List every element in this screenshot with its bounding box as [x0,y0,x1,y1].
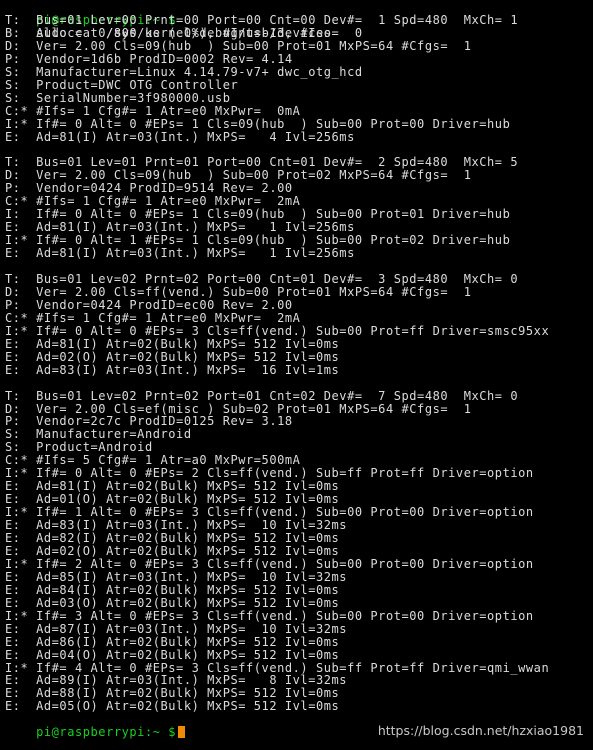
watermark-url: https://blog.csdn.net/hzxiao1981 [377,723,584,738]
output-line: E: Ad=81(I) Atr=03(Int.) MxPS= 4 Ivl=256… [5,129,355,144]
output-line: I:* If#= 0 Alt= 0 #EPs= 1 Cls=09(hub ) S… [5,116,511,131]
output-line: E: Ad=85(I) Atr=03(Int.) MxPS= 10 Ivl=32… [5,569,348,584]
output-line: B: Alloc= 0/800 us ( 0%), #Int=-13, #Iso… [5,25,363,40]
output-line: P: Vendor=0424 ProdID=ec00 Rev= 2.00 [5,297,293,312]
output-line: S: Product=DWC OTG Controller [5,77,239,92]
output-line: E: Ad=81(I) Atr=02(Bulk) MxPS= 512 Ivl=0… [5,336,340,351]
output-line: E: Ad=05(O) Atr=02(Bulk) MxPS= 512 Ivl=0… [5,699,340,714]
output-line: D: Ver= 2.00 Cls=09(hub ) Sub=00 Prot=01… [5,38,472,53]
output-line: C:* #Ifs= 1 Cfg#= 1 Atr=e0 MxPwr= 2mA [5,310,301,325]
terminal-window[interactable]: pi@raspberrypi:~ $ sudo cat /sys/kernel/… [0,0,593,750]
cursor-block [178,726,186,739]
output-line: C:* #Ifs= 1 Cfg#= 1 Atr=e0 MxPwr= 0mA [5,103,301,118]
output-line: S: SerialNumber=3f980000.usb [5,90,231,105]
output-line: D: Ver= 2.00 Cls=ff(vend.) Sub=00 Prot=0… [5,284,472,299]
output-line: S: Manufacturer=Linux 4.14.79-v7+ dwc_ot… [5,64,363,79]
output-line: E: Ad=03(O) Atr=02(Bulk) MxPS= 512 Ivl=0… [5,595,340,610]
output-line: I:* If#= 3 Alt= 0 #EPs= 3 Cls=ff(vend.) … [5,608,534,623]
output-line: E: Ad=81(I) Atr=03(Int.) MxPS= 1 Ivl=256… [5,246,355,261]
output-line: T: Bus=01 Lev=02 Prnt=02 Port=01 Cnt=02 … [5,388,519,403]
output-line: E: Ad=02(O) Atr=02(Bulk) MxPS= 512 Ivl=0… [5,349,340,364]
output-line: P: Vendor=1d6b ProdID=0002 Rev= 4.14 [5,51,293,66]
output-line: E: Ad=87(I) Atr=03(Int.) MxPS= 10 Ivl=32… [5,621,348,636]
output-line: E: Ad=83(I) Atr=03(Int.) MxPS= 16 Ivl=1m… [5,362,340,377]
output-line: I:* If#= 2 Alt= 0 #EPs= 3 Cls=ff(vend.) … [5,556,534,571]
final-prompt-line[interactable]: pi@raspberrypi:~ $ [5,713,186,739]
output-line: E: Ad=02(O) Atr=02(Bulk) MxPS= 512 Ivl=0… [5,543,340,558]
output-line: I:* If#= 0 Alt= 0 #EPs= 3 Cls=ff(vend.) … [5,323,550,338]
output-line: E: Ad=84(I) Atr=02(Bulk) MxPS= 512 Ivl=0… [5,582,340,597]
final-shell-prompt: pi@raspberrypi:~ $ [36,725,177,740]
output-line: E: Ad=04(O) Atr=02(Bulk) MxPS= 512 Ivl=0… [5,647,340,662]
output-line: E: Ad=86(I) Atr=02(Bulk) MxPS= 512 Ivl=0… [5,634,340,649]
